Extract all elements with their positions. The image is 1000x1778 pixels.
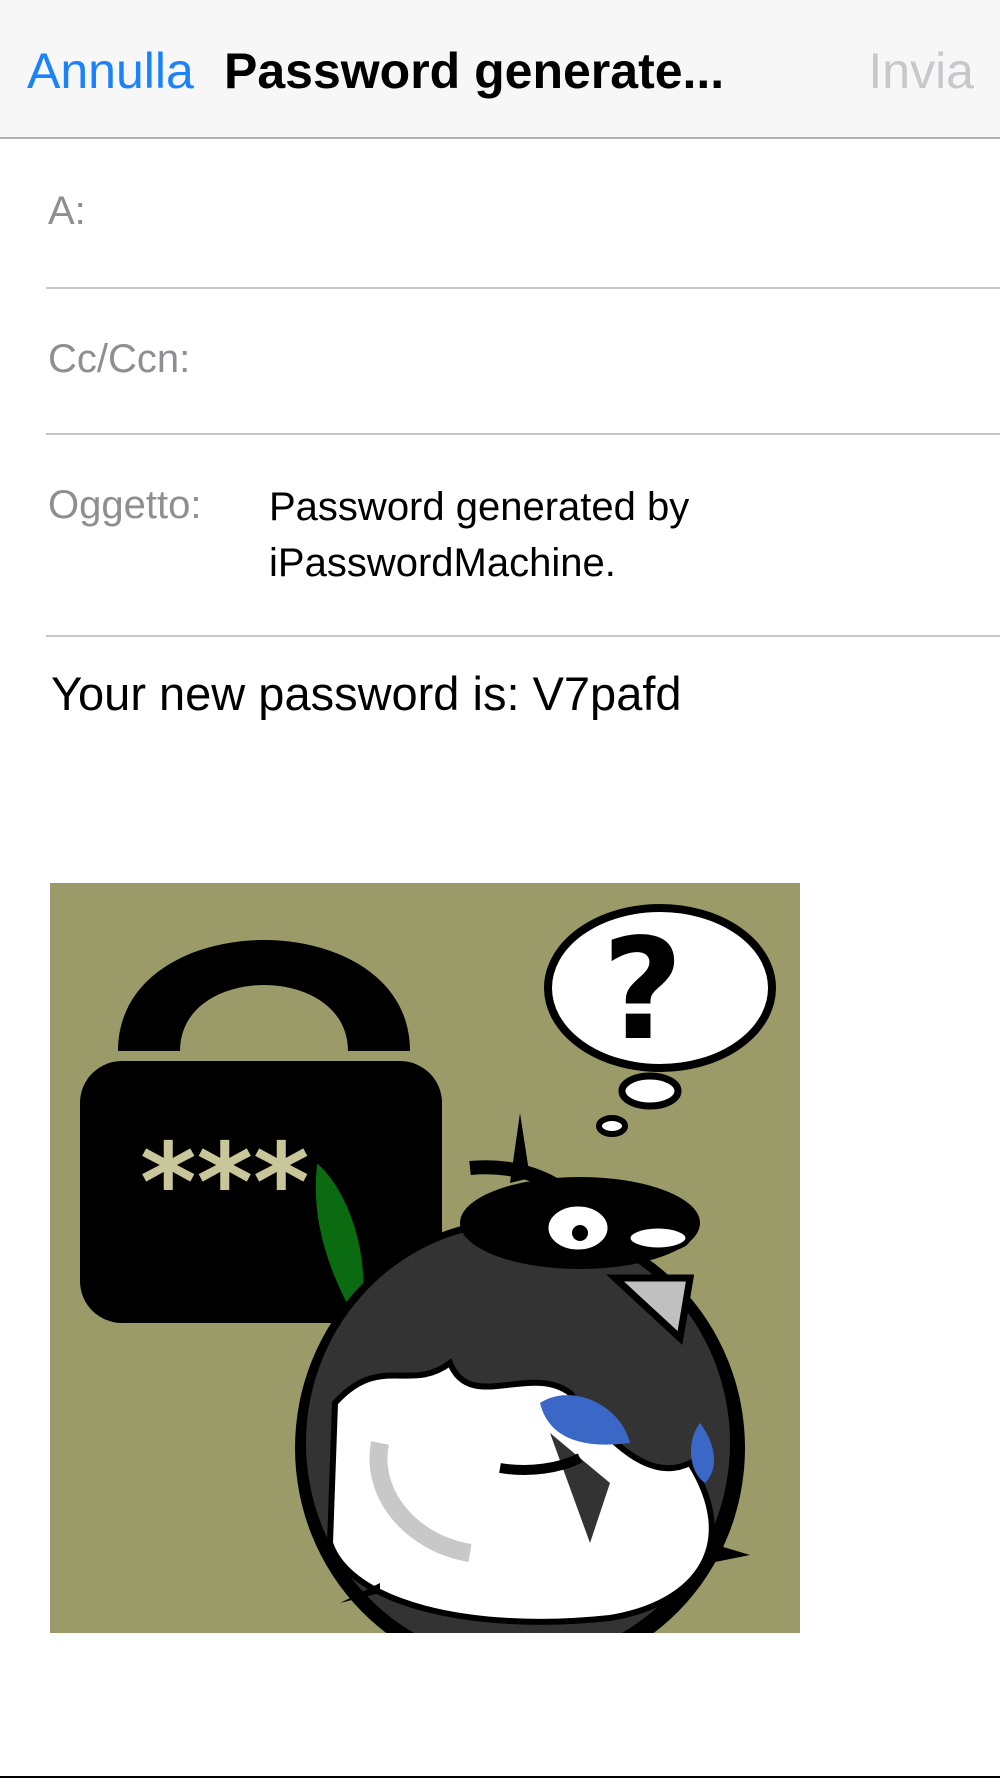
- navigation-bar: Annulla Password generate... Invia: [0, 0, 1000, 139]
- to-input[interactable]: [106, 139, 1000, 287]
- lock-and-bird-illustration-icon: *** ?: [50, 883, 800, 1678]
- bubble-symbol-text: ?: [602, 909, 683, 1072]
- subject-label: Oggetto:: [48, 483, 202, 527]
- cancel-button[interactable]: Annulla: [27, 44, 194, 98]
- attachment-image: *** ?: [50, 883, 800, 1678]
- subject-field[interactable]: Oggetto: Password generated by iPassword…: [46, 435, 1000, 637]
- cc-bcc-input[interactable]: [226, 289, 1000, 433]
- subject-input[interactable]: Password generated by iPasswordMachine.: [269, 479, 829, 591]
- cc-bcc-label: Cc/Ccn:: [48, 337, 191, 381]
- cc-bcc-field[interactable]: Cc/Ccn:: [46, 289, 1000, 435]
- to-field[interactable]: A:: [46, 139, 1000, 289]
- to-label: A:: [48, 189, 86, 233]
- send-button[interactable]: Invia: [868, 44, 974, 98]
- lock-mask-text: ***: [140, 1121, 309, 1246]
- message-body[interactable]: Your new password is: V7pafd: [51, 666, 682, 722]
- compose-title: Password generate...: [224, 43, 725, 99]
